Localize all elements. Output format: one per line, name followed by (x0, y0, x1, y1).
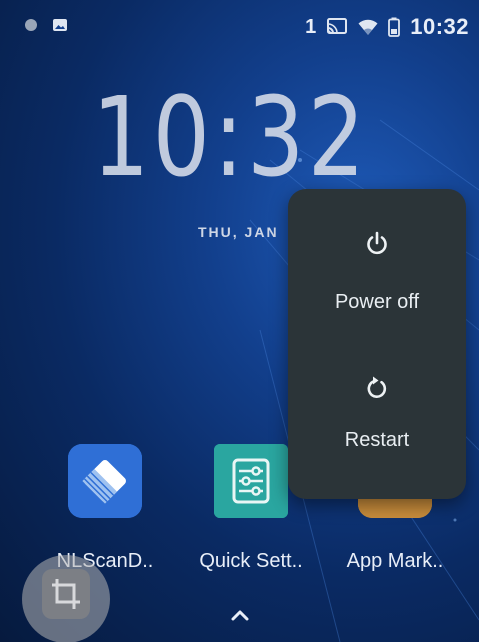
app-label: Quick Sett.. (199, 550, 303, 572)
circle-notification-icon (24, 18, 38, 32)
lock-screen-date: THU, JAN (198, 224, 279, 240)
floating-screenshot-thumbnail[interactable] (22, 555, 110, 642)
cast-icon (326, 17, 348, 37)
power-icon (365, 231, 389, 262)
restart-icon (365, 375, 389, 406)
restart-button[interactable]: Restart (288, 357, 466, 497)
clock-time: 10:32 (92, 73, 369, 201)
image-notification-icon (52, 18, 68, 32)
status-bar[interactable]: 1 10:32 (0, 0, 479, 60)
status-bar-left (24, 18, 68, 32)
app-nlscan[interactable]: NLScanD.. (35, 444, 175, 572)
power-menu: Power off Restart (288, 189, 466, 499)
lock-screen-clock[interactable]: 10:32 (92, 82, 432, 192)
crop-icon (42, 569, 90, 619)
status-bar-right: 1 10:32 (305, 14, 469, 40)
nlscan-app-icon[interactable] (68, 444, 142, 518)
wifi-icon (358, 18, 378, 36)
app-label: App Mark.. (346, 550, 444, 572)
power-off-label: Power off (334, 291, 420, 313)
notification-count: 1 (305, 15, 317, 38)
battery-icon (388, 17, 401, 37)
power-off-button[interactable]: Power off (288, 209, 466, 349)
restart-label: Restart (344, 429, 410, 451)
status-bar-time: 10:32 (410, 14, 469, 39)
chevron-up-icon[interactable] (229, 608, 251, 627)
quick-settings-app-icon[interactable] (214, 444, 288, 518)
home-screen: 1 10:32 10:32 THU, JAN NLScanD.. Quick S… (0, 0, 479, 642)
